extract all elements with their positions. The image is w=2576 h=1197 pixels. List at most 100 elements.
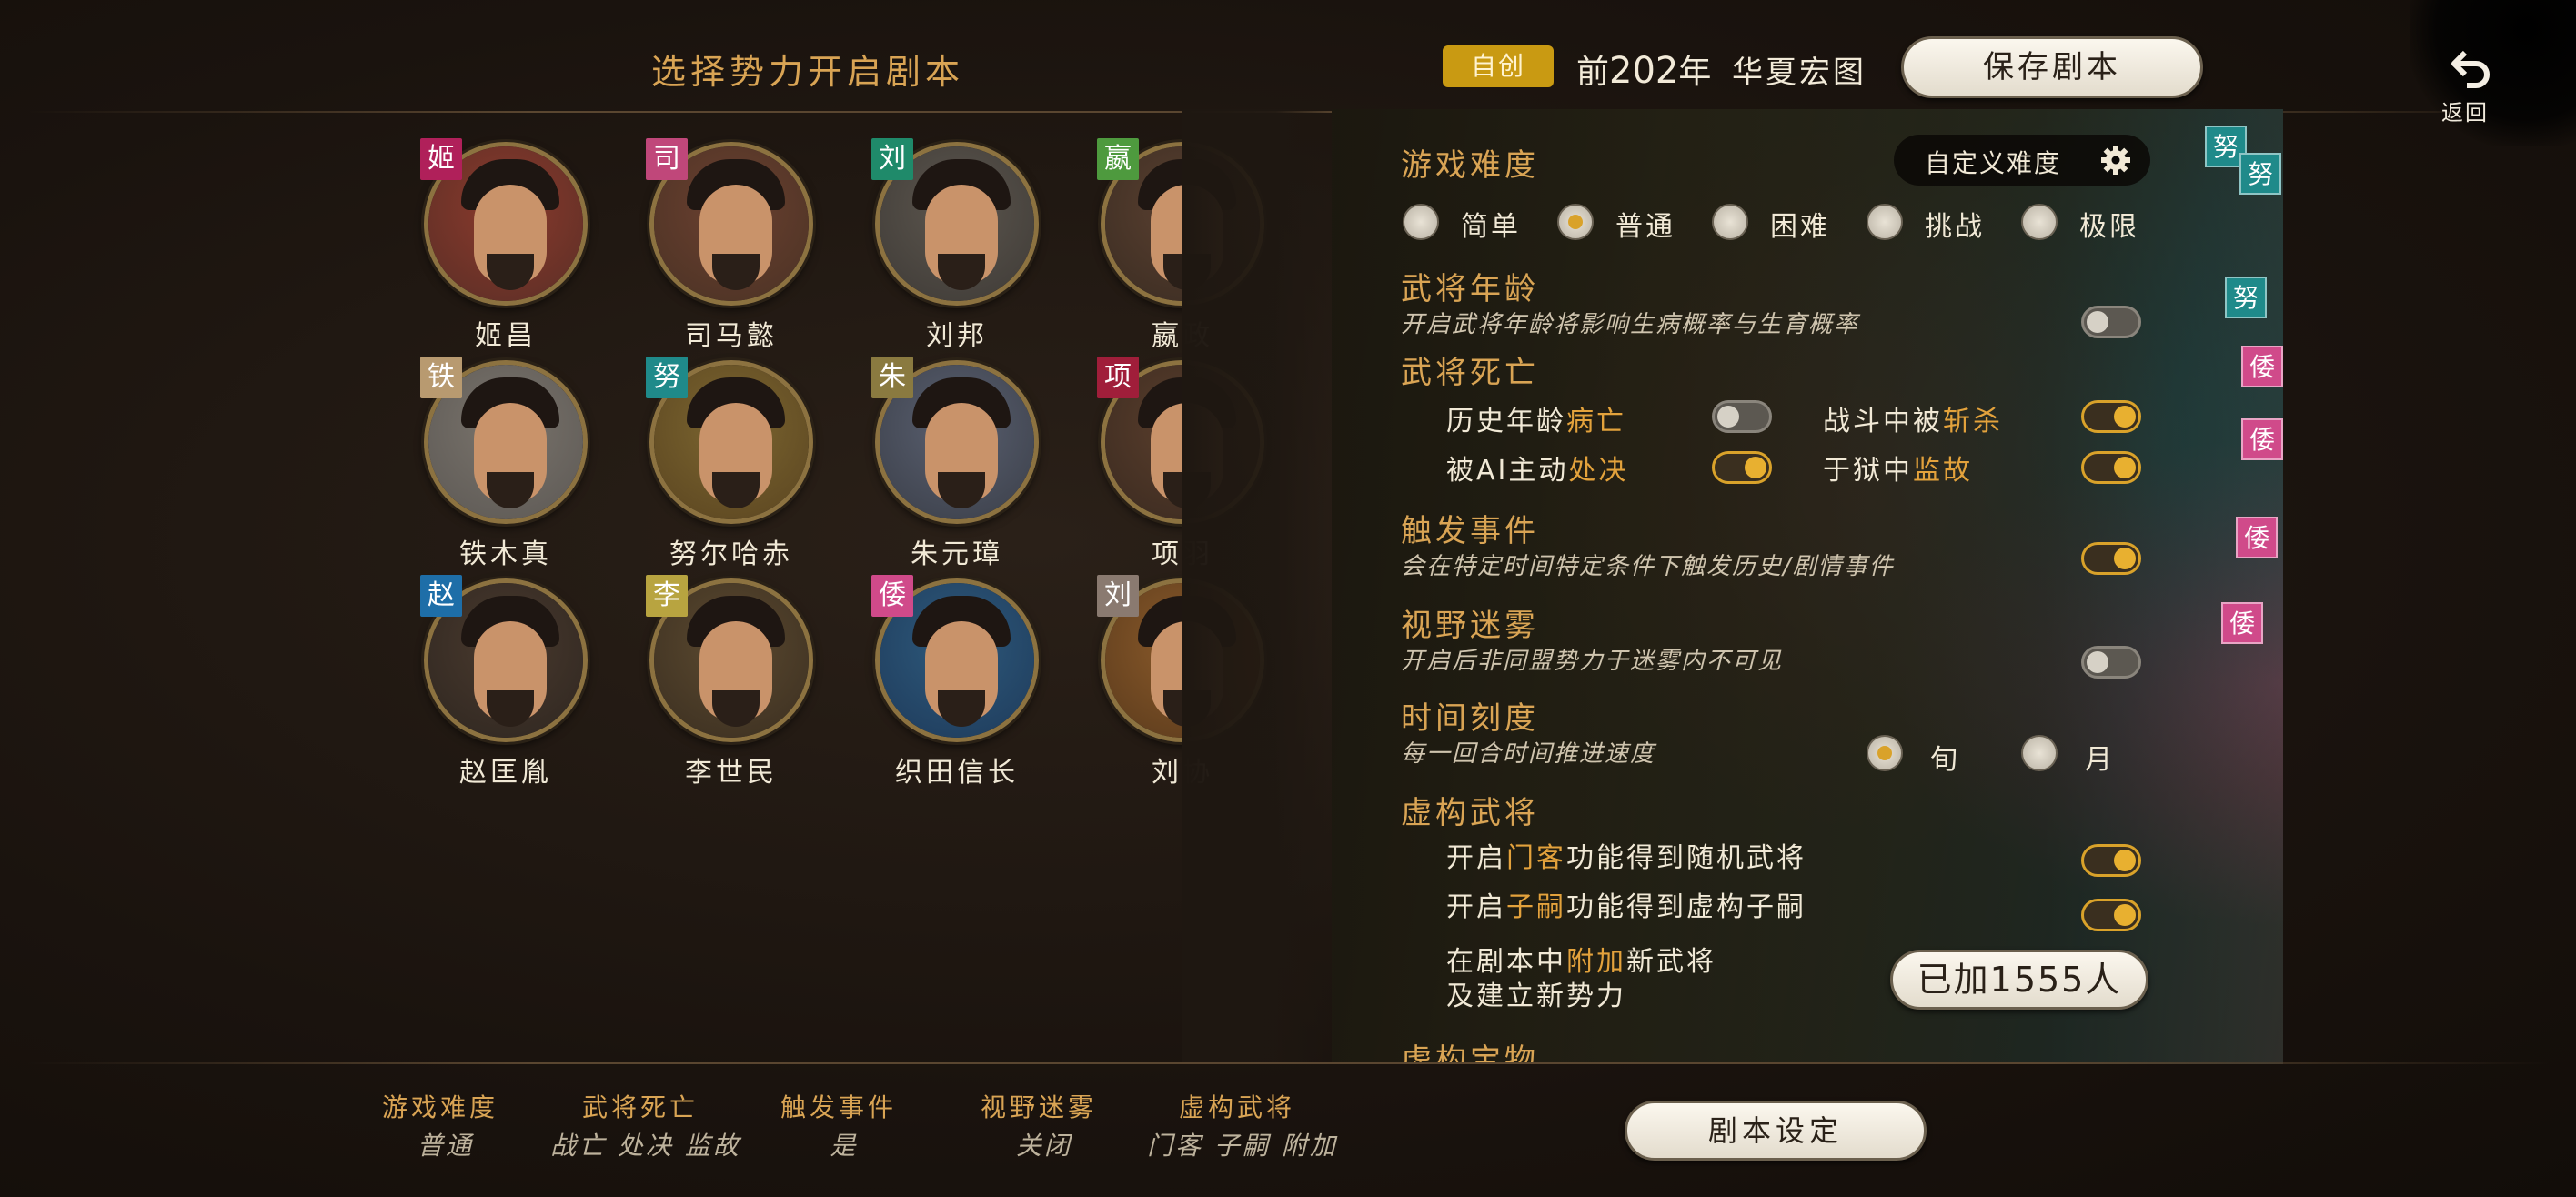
difficulty-radio[interactable] [1403,204,1439,240]
heir-toggle[interactable] [2081,899,2141,931]
character-card[interactable]: 司司马懿 [646,138,813,353]
difficulty-radio[interactable] [1867,204,1903,240]
character-name: 织田信长 [895,757,1019,789]
fog-title: 视野迷雾 [1401,608,1539,644]
summary-value: 普通 [417,1131,475,1161]
summary-value: 门客 子嗣 附加 [1147,1131,1338,1161]
faction-tag: 姬 [420,138,462,180]
events-desc: 会在特定时间特定条件下触发历史/剧情事件 [1401,553,1895,580]
custom-badge: 自创 [1443,45,1554,87]
natural-death-label: 历史年龄病亡 [1446,406,1626,438]
faction-tag: 赵 [420,575,462,617]
back-arrow-icon[interactable] [2449,45,2494,91]
faction-tag: 嬴 [1097,138,1139,180]
difficulty-option-label[interactable]: 困难 [1770,204,1830,244]
footer-divider [27,1062,2549,1064]
character-name: 司马懿 [685,320,778,352]
faction-tag: 司 [646,138,688,180]
character-card[interactable]: 赵赵匡胤 [420,575,588,790]
character-name: 赵匡胤 [459,757,552,789]
character-name: 刘邦 [926,320,988,352]
difficulty-option-label[interactable]: 极限 [2079,204,2139,244]
executed-toggle[interactable] [1712,451,1772,484]
difficulty-option-label[interactable]: 普通 [1615,204,1675,244]
faction-tag: 铁 [420,357,462,398]
death-title: 武将死亡 [1401,355,1539,391]
difficulty-option-label[interactable]: 简单 [1461,204,1521,244]
prison-death-label: 于狱中监故 [1823,455,1973,487]
save-script-button[interactable]: 保存剧本 [1901,36,2203,98]
age-title: 武将年龄 [1401,271,1539,307]
time-radio[interactable] [2021,735,2058,771]
map-faction-tag: 倭 [2236,517,2278,558]
summary-heading: 视野迷雾 [981,1092,1098,1122]
time-option-label[interactable]: 月 [2085,737,2115,777]
custom-difficulty-label: 自定义难度 [1925,148,2062,178]
gear-icon [2101,146,2130,175]
battle-death-label: 战斗中被斩杀 [1823,406,2003,438]
difficulty-radio[interactable] [1712,204,1748,240]
events-toggle[interactable] [2081,542,2141,575]
age-desc: 开启武将年龄将影响生病概率与生育概率 [1401,311,1860,338]
faction-tag: 朱 [871,357,913,398]
map-faction-tag: 倭 [2221,602,2263,644]
difficulty-radio[interactable] [1557,204,1594,240]
time-title: 时间刻度 [1401,700,1539,737]
summary-heading: 触发事件 [780,1092,898,1122]
faction-tag: 刘 [1097,575,1139,617]
treasure-title: 虚构宝物 [1401,1042,1539,1062]
character-card[interactable]: 刘刘邦 [871,138,1039,353]
page-title: 选择势力开启剧本 [651,52,965,92]
character-name: 李世民 [685,757,778,789]
map-faction-tag: 倭 [2241,346,2283,387]
difficulty-radio[interactable] [2021,204,2058,240]
script-settings-button[interactable]: 剧本设定 [1625,1101,1927,1161]
fog-desc: 开启后非同盟势力于迷雾内不可见 [1401,648,1784,675]
character-name: 铁木真 [459,538,552,570]
faction-tag: 项 [1097,357,1139,398]
character-name: 姬昌 [475,320,537,352]
map-faction-tag: 努 [2239,153,2281,195]
add-factions-label: 及建立新势力 [1446,981,1626,1012]
character-card[interactable]: 朱朱元璋 [871,357,1039,571]
character-card[interactable]: 李李世民 [646,575,813,790]
era-label: 前202年 [1576,50,1712,92]
character-name: 努尔哈赤 [669,538,793,570]
age-toggle[interactable] [2081,306,2141,338]
summary-heading: 武将死亡 [582,1092,699,1122]
back-label[interactable]: 返回 [2441,95,2489,126]
panel-fade [1182,109,1337,1064]
natural-death-toggle[interactable] [1712,400,1772,433]
battle-death-toggle[interactable] [2081,400,2141,433]
map-faction-tag: 努 [2225,277,2267,318]
character-card[interactable]: 铁铁木真 [420,357,588,571]
executed-label: 被AI主动处决 [1446,455,1629,487]
map-faction-tag: 倭 [2241,418,2283,460]
fictional-title: 虚构武将 [1401,795,1539,831]
summary-heading: 游戏难度 [382,1092,499,1122]
heir-label: 开启子嗣功能得到虚构子嗣 [1446,891,1806,923]
map-name: 华夏宏图 [1732,55,1867,91]
character-card[interactable]: 姬姬昌 [420,138,588,353]
time-option-label[interactable]: 旬 [1930,737,1960,777]
difficulty-title: 游戏难度 [1401,147,1539,184]
guest-label: 开启门客功能得到随机武将 [1446,842,1806,874]
treasure-clip: 虚构宝物 [1332,1030,2283,1062]
prison-death-toggle[interactable] [2081,451,2141,484]
character-card[interactable]: 倭织田信长 [871,575,1039,790]
summary-value: 是 [830,1131,859,1161]
added-generals-button[interactable]: 已加1555人 [1890,950,2148,1010]
fog-toggle[interactable] [2081,646,2141,679]
summary-value: 关闭 [1015,1131,1073,1161]
summary-heading: 虚构武将 [1179,1092,1296,1122]
difficulty-option-label[interactable]: 挑战 [1925,204,1985,244]
time-radio[interactable] [1867,735,1903,771]
faction-tag: 倭 [871,575,913,617]
summary-value: 战亡 处决 监故 [550,1131,741,1161]
guest-toggle[interactable] [2081,844,2141,877]
character-card[interactable]: 努努尔哈赤 [646,357,813,571]
custom-difficulty-button[interactable]: 自定义难度 [1894,135,2150,186]
faction-tag: 刘 [871,138,913,180]
faction-tag: 李 [646,575,688,617]
character-name: 朱元璋 [911,538,1003,570]
